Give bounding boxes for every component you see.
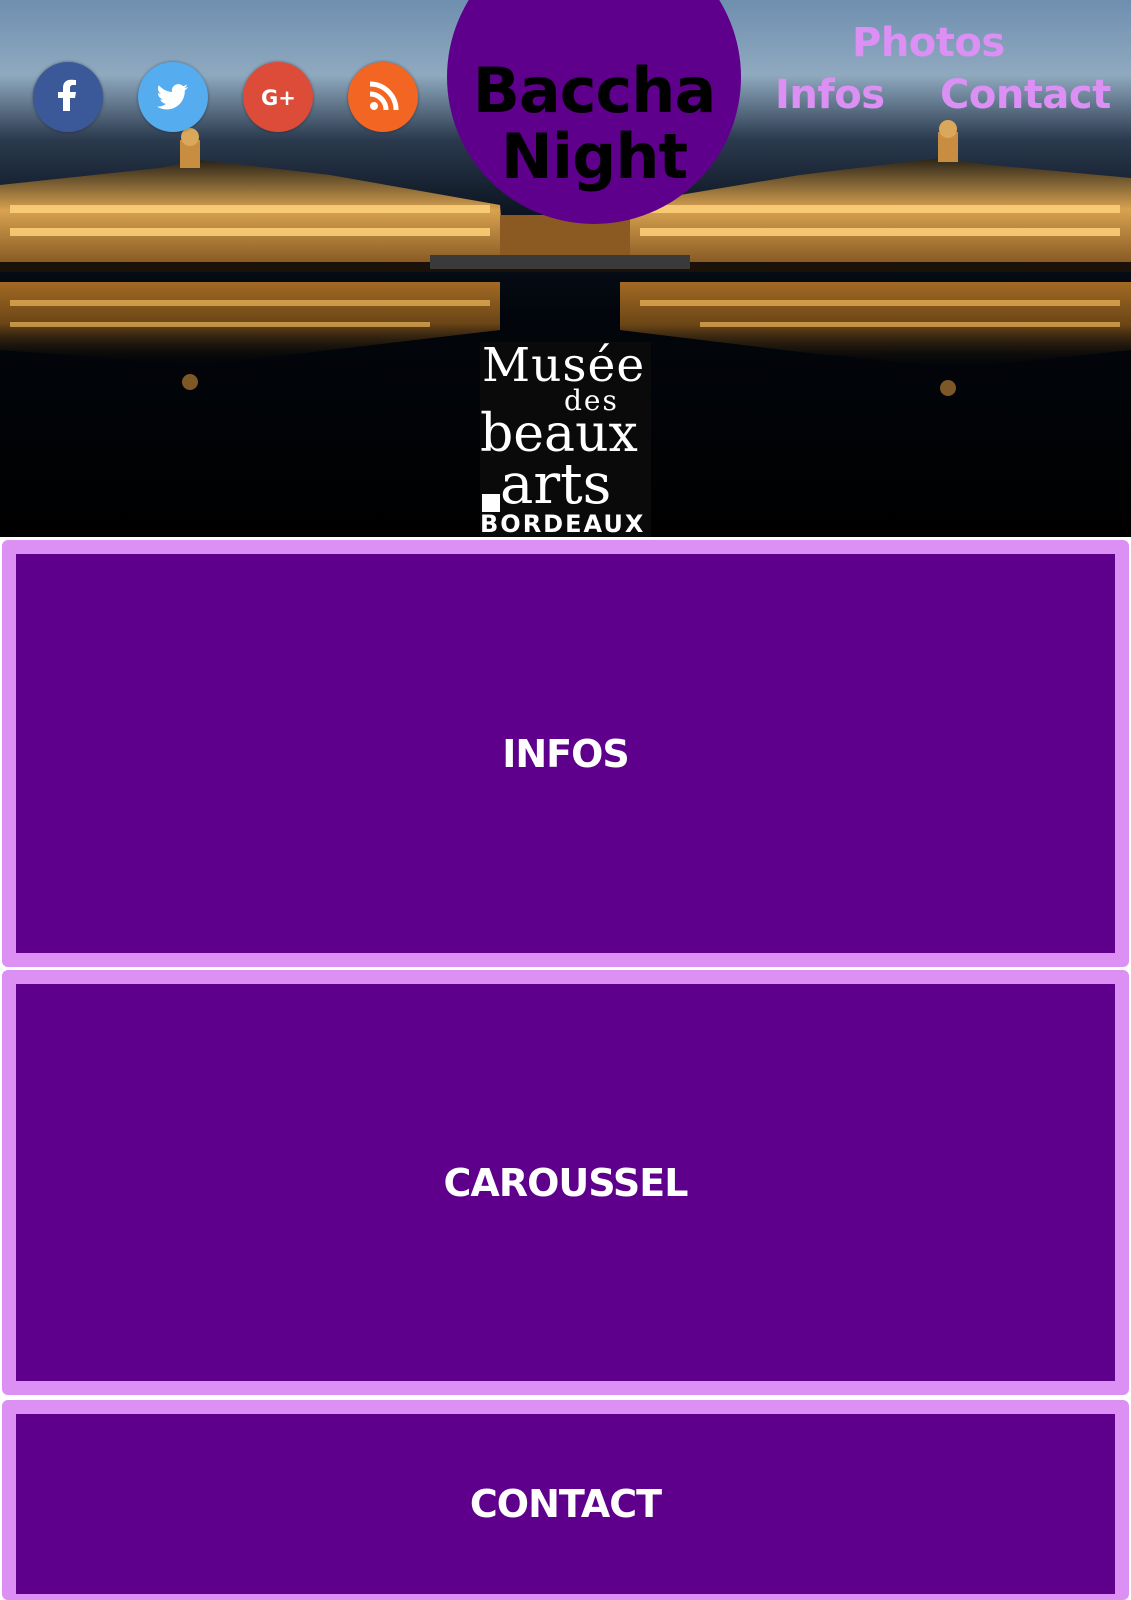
twitter-icon bbox=[156, 84, 189, 110]
facebook-icon bbox=[58, 79, 76, 111]
google-plus-icon: G+ bbox=[261, 86, 296, 110]
brand-line-2: Night bbox=[500, 120, 688, 193]
infos-section-title: INFOS bbox=[502, 731, 630, 776]
svg-text:G+: G+ bbox=[261, 86, 296, 110]
hero-banner: G+ Baccha Night Photos Infos Contact Mus… bbox=[0, 0, 1131, 537]
nav-photos-link[interactable]: Photos bbox=[852, 20, 1005, 66]
rss-icon bbox=[369, 81, 399, 111]
google-plus-button[interactable]: G+ bbox=[243, 62, 313, 132]
twitter-button[interactable] bbox=[138, 62, 208, 132]
rss-button[interactable] bbox=[348, 62, 418, 132]
brand-line-1: Baccha bbox=[472, 54, 717, 127]
carousel-section-title: CAROUSSEL bbox=[443, 1160, 689, 1205]
contact-section[interactable]: CONTACT bbox=[2, 1400, 1129, 1600]
contact-section-title: CONTACT bbox=[469, 1482, 662, 1526]
museum-logo-line-4: arts bbox=[500, 452, 612, 517]
infos-section[interactable]: INFOS bbox=[2, 540, 1129, 967]
museum-logo: Musée des beaux arts BORDEAUX bbox=[480, 338, 651, 537]
nav-infos-link[interactable]: Infos bbox=[775, 72, 885, 118]
facebook-button[interactable] bbox=[33, 62, 103, 132]
carousel-section[interactable]: CAROUSSEL bbox=[2, 970, 1129, 1395]
nav-contact-link[interactable]: Contact bbox=[940, 72, 1111, 118]
museum-logo-line-5: BORDEAUX bbox=[480, 510, 646, 537]
